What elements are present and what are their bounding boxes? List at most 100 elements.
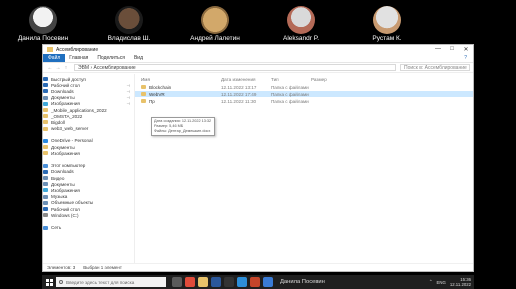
meeting-indicator[interactable]: Данила Посевин <box>280 279 325 285</box>
tab-share[interactable]: Поделиться <box>97 55 125 61</box>
up-arrow-icon[interactable]: ↑ <box>62 65 70 71</box>
participants-strip: Данила Посевин Владислав Ш. Андрей Лалет… <box>0 0 516 44</box>
participant-tile[interactable]: Владислав Ш. <box>86 0 172 44</box>
system-tray: ⌃ ENG 15:36 12.11.2022 <box>429 277 474 287</box>
file-row[interactable]: Blockchain 12.11.2022 13:17 Папка с файлам… <box>135 84 473 90</box>
explorer-icon[interactable] <box>197 277 208 287</box>
participant-name: Aleksandr P. <box>282 35 319 42</box>
nav-folder-icon <box>43 108 48 113</box>
nav-folder-icon <box>43 182 48 187</box>
pin-icon: ⊣ <box>126 101 130 107</box>
language-indicator[interactable]: ENG <box>437 280 446 285</box>
start-button[interactable] <box>42 278 56 286</box>
powerpoint-icon[interactable] <box>249 277 260 287</box>
tab-home[interactable]: Главная <box>69 55 88 61</box>
nav-item-label: Downloads <box>51 169 74 175</box>
nav-folder-icon <box>43 126 48 131</box>
chrome-icon[interactable] <box>184 277 195 287</box>
pin-icon: ⊣ <box>126 95 130 101</box>
avatar <box>115 6 143 34</box>
participant-tile[interactable]: Рустам К. <box>344 0 430 44</box>
file-name: Blockchain <box>149 84 172 90</box>
nav-folder-icon <box>43 169 48 174</box>
nav-item-label: Рабочий стол <box>51 206 80 212</box>
tooltip-line: Файлы: Дептар_Демешкин.docx <box>154 129 211 133</box>
nav-folder-icon <box>43 207 48 212</box>
avatar <box>373 6 401 34</box>
nav-folder-icon <box>43 225 48 230</box>
file-name: Пр <box>149 98 155 104</box>
forward-arrow-icon[interactable]: → <box>54 65 62 71</box>
ribbon-tabs: Файл Главная Поделиться Вид ? <box>43 54 473 63</box>
participant-tile[interactable]: Aleksandr P. <box>258 0 344 44</box>
column-name[interactable]: Имя <box>135 77 221 82</box>
address-bar[interactable]: ЭВМ › Ассемблирование <box>74 64 396 71</box>
participant-tile[interactable]: Данила Посевин <box>0 0 86 44</box>
nav-item-label: Сеть <box>51 225 62 231</box>
nav-folder-icon <box>43 114 48 119</box>
maximize-button[interactable]: □ <box>445 46 459 53</box>
nav-item-label: Этот компьютер <box>51 163 86 169</box>
column-date[interactable]: Дата изменения <box>221 77 271 82</box>
tab-file[interactable]: Файл <box>43 54 66 62</box>
file-name-cell: Blockchain <box>135 85 221 90</box>
avatar <box>287 6 315 34</box>
nav-item-label: Документы <box>51 95 75 101</box>
word-icon[interactable] <box>210 277 221 287</box>
meeting-label: Данила Посевин <box>280 279 325 285</box>
nav-folder-icon <box>43 163 48 168</box>
search-icon <box>59 280 63 284</box>
participant-tile[interactable]: Андрей Лалетин <box>172 0 258 44</box>
tab-view[interactable]: Вид <box>134 55 143 61</box>
column-type[interactable]: Тип <box>271 77 311 82</box>
taskbar-apps <box>170 277 274 287</box>
nav-item-label: Объемные объекты <box>51 200 94 206</box>
column-size[interactable]: Размер <box>311 77 341 82</box>
search-input[interactable]: Поиск в: Ассемблирование <box>400 64 470 71</box>
camera-icon[interactable] <box>262 277 273 287</box>
nav-item[interactable]: Сеть <box>43 225 134 231</box>
vscode-icon[interactable] <box>236 277 247 287</box>
file-list: Имя Дата изменения Тип Размер Blockchain… <box>135 74 473 263</box>
nav-item-label: Windows (C:) <box>51 212 79 218</box>
task-view-icon[interactable] <box>171 277 182 287</box>
screen: Данила Посевин Владислав Ш. Андрей Лалет… <box>0 0 516 289</box>
breadcrumb-item[interactable]: Ассемблирование <box>94 65 136 71</box>
minimize-button[interactable]: — <box>431 46 445 53</box>
nav-folder-icon <box>43 138 48 143</box>
file-row[interactable]: Пр 12.11.2022 11:30 Папка с файлами <box>135 98 473 104</box>
back-arrow-icon[interactable]: ← <box>46 65 54 71</box>
help-icon[interactable]: ? <box>464 55 467 61</box>
column-headers: Имя Дата изменения Тип Размер <box>135 75 473 83</box>
file-date: 12.11.2022 13:17 <box>221 84 257 90</box>
selection-count: Выбран 1 элемент <box>83 265 122 270</box>
nav-folder-icon <box>43 176 48 181</box>
participant-name: Андрей Лалетин <box>190 35 240 42</box>
taskbar-search-input[interactable]: Введите здесь текст для поиска <box>56 277 166 287</box>
navigation-pane: Быстрый доступ Рабочий стол ⊣ Downloads ⊣ Док… <box>43 74 135 263</box>
nav-folder-icon <box>43 194 48 199</box>
tray-chevron-up-icon[interactable]: ⌃ <box>429 279 433 285</box>
window-title: Ассемблирование <box>56 46 99 53</box>
nav-folder-icon <box>43 101 48 106</box>
file-row[interactable]: WebVR 12.11.2022 17:49 Папка с файлами <box>135 91 473 97</box>
taskbar: Введите здесь текст для поиска Данила По… <box>42 275 474 289</box>
window-controls: — □ ✕ <box>431 46 473 53</box>
terminal-icon[interactable] <box>223 277 234 287</box>
clock-date: 12.11.2022 <box>449 282 471 287</box>
nav-item-label: web3_web_server <box>51 126 89 132</box>
nav-item-label: Видео <box>51 175 65 181</box>
nav-folder-icon <box>43 200 48 205</box>
nav-item-label: Документы <box>51 144 75 150</box>
nav-item-label: Изображения <box>51 101 80 107</box>
avatar <box>29 6 57 34</box>
clock[interactable]: 15:36 12.11.2022 <box>450 277 471 287</box>
folder-icon <box>47 47 53 52</box>
breadcrumb-item[interactable]: ЭВМ <box>78 65 89 71</box>
file-explorer-window: Ассемблирование — □ ✕ Файл Главная Подел… <box>42 44 474 272</box>
windows-logo-icon <box>45 278 53 286</box>
nav-folder-icon <box>43 77 48 82</box>
file-tooltip: Дата создания: 12.11.2022 13:32 Размер: … <box>151 117 215 136</box>
close-button[interactable]: ✕ <box>459 46 473 53</box>
search-placeholder: Поиск в: Ассемблирование <box>404 64 467 71</box>
